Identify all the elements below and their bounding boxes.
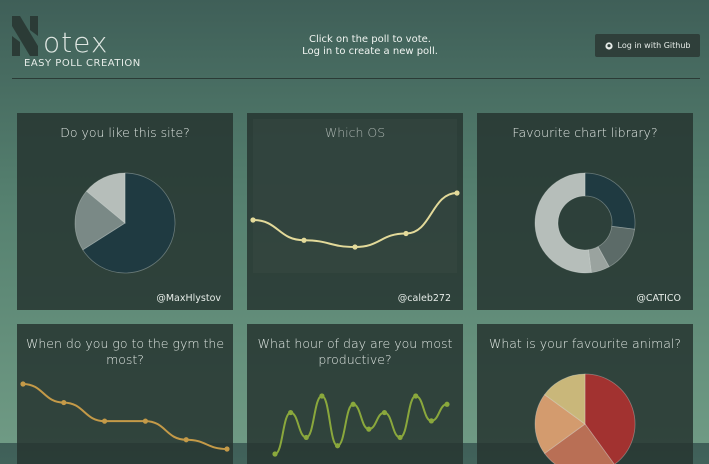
poll-author[interactable]: @MaxHlystov — [156, 293, 221, 304]
data-point[interactable] — [428, 418, 434, 424]
poll-chart — [534, 172, 636, 274]
data-point[interactable] — [444, 401, 450, 407]
data-point[interactable] — [250, 217, 256, 223]
data-point[interactable] — [319, 393, 325, 399]
data-point[interactable] — [334, 443, 341, 449]
data-point[interactable] — [142, 418, 148, 424]
instruction-vote: Click on the poll to vote. — [309, 34, 431, 45]
series-line — [274, 394, 448, 455]
data-point[interactable] — [272, 451, 278, 457]
instruction-create: Log in to create a new poll. — [302, 46, 438, 57]
poll-card[interactable]: Which OS @caleb272 — [247, 113, 463, 310]
poll-author[interactable]: @caleb272 — [398, 293, 451, 304]
data-point[interactable] — [350, 401, 356, 407]
data-point[interactable] — [381, 409, 388, 416]
data-point[interactable] — [352, 244, 358, 250]
poll-card[interactable]: What hour of day are you most productive… — [247, 324, 463, 464]
data-point[interactable] — [61, 399, 67, 406]
github-icon — [604, 41, 613, 50]
login-github-button[interactable]: Log in with Github — [595, 34, 700, 57]
poll-author[interactable]: @CATICO — [636, 293, 681, 304]
chart-plot-area — [253, 119, 457, 273]
pie-slice[interactable] — [584, 172, 636, 230]
poll-chart — [272, 393, 450, 457]
header: otex EASY POLL CREATION Click on the pol… — [0, 0, 709, 80]
data-point[interactable] — [413, 393, 419, 399]
data-point[interactable] — [20, 381, 26, 387]
data-point[interactable] — [303, 434, 309, 441]
notex-logo-icon[interactable] — [10, 14, 44, 58]
logo-tagline: EASY POLL CREATION — [24, 58, 141, 69]
poll-card[interactable]: Do you like this site? @MaxHlystov — [17, 113, 233, 310]
poll-card[interactable]: Favourite chart library? @CATICO — [477, 113, 693, 310]
poll-chart — [74, 172, 176, 274]
poll-chart — [250, 119, 460, 273]
data-point[interactable] — [397, 434, 403, 441]
data-point[interactable] — [102, 418, 108, 424]
data-point[interactable] — [366, 426, 372, 432]
login-label: Log in with Github — [617, 41, 691, 50]
header-divider — [12, 78, 700, 79]
data-point[interactable] — [403, 230, 409, 237]
data-point[interactable] — [224, 446, 230, 452]
data-point[interactable] — [301, 237, 307, 243]
instructions: Click on the poll to vote. Log in to cre… — [270, 34, 470, 58]
data-point[interactable] — [183, 437, 189, 443]
poll-card[interactable]: What is your favourite animal? — [477, 324, 693, 464]
poll-chart — [534, 373, 636, 464]
data-point[interactable] — [288, 409, 294, 416]
data-point[interactable] — [454, 190, 460, 196]
series-line — [22, 383, 228, 450]
poll-card[interactable]: When do you go to the gym the most? — [17, 324, 233, 464]
poll-chart — [20, 381, 230, 452]
pie-slice[interactable] — [534, 172, 592, 274]
logo-wordmark[interactable]: otex — [43, 26, 108, 59]
